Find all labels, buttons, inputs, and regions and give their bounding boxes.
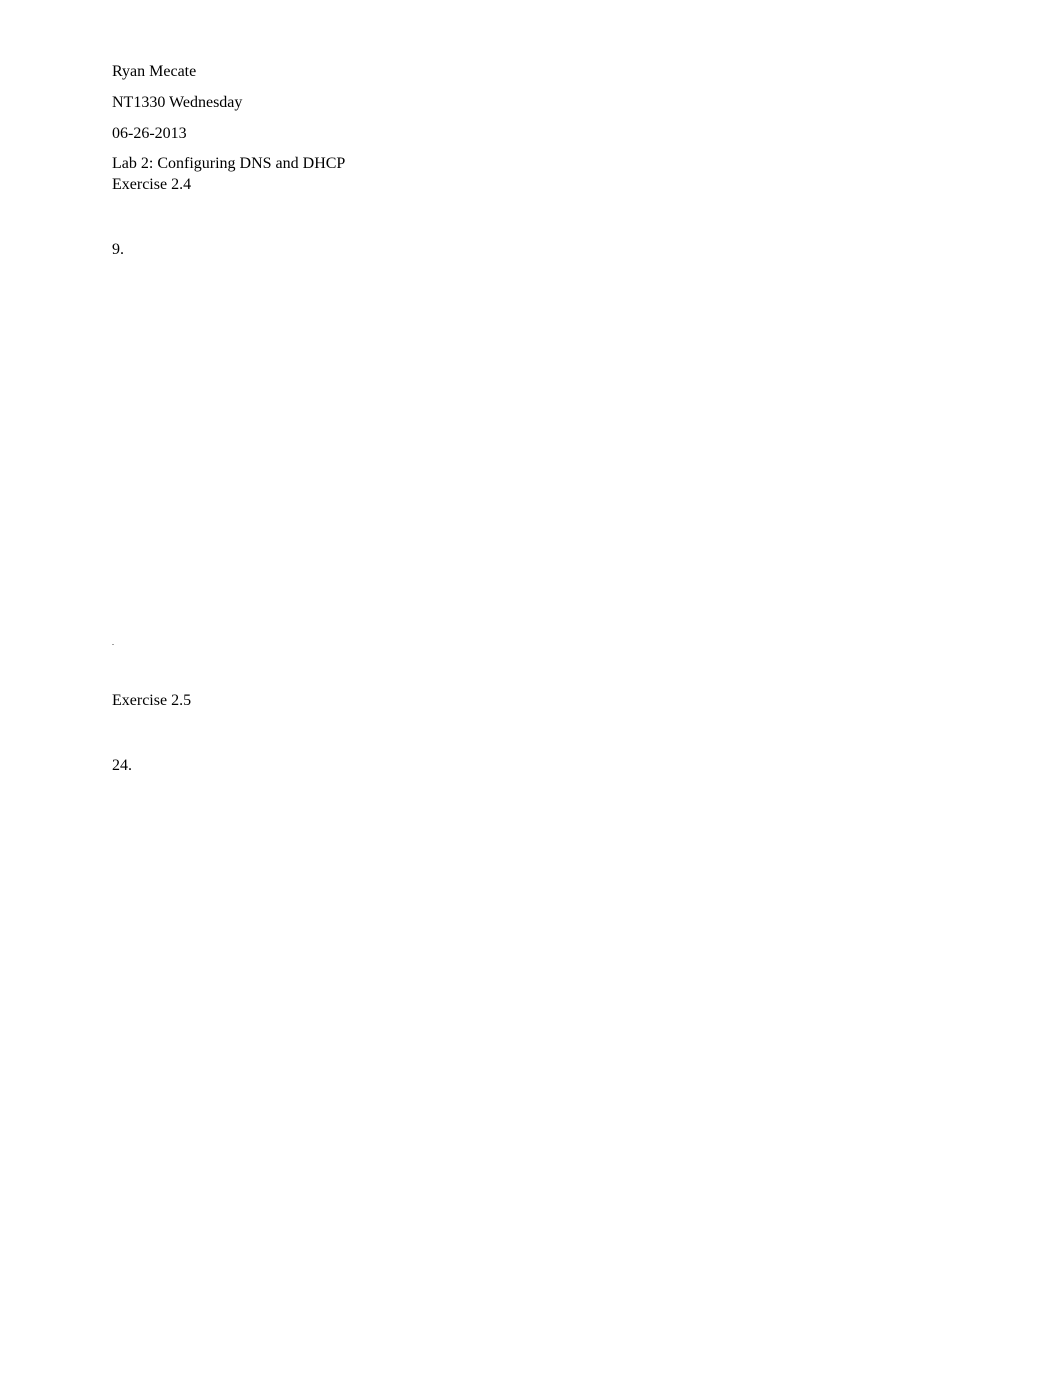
step-number-9: 9. — [112, 240, 1062, 261]
author-line: Ryan Mecate — [112, 62, 1062, 83]
course-line: NT1330 Wednesday — [112, 93, 1062, 114]
step-number-24: 24. — [112, 756, 1062, 777]
document-page: Ryan Mecate NT1330 Wednesday 06-26-2013 … — [0, 0, 1062, 776]
lab-title: Lab 2: Configuring DNS and DHCP — [112, 154, 1062, 175]
exercise-label-24: Exercise 2.4 — [112, 175, 1062, 196]
exercise-label-25: Exercise 2.5 — [112, 691, 1062, 712]
decorative-dot: . — [112, 639, 1062, 647]
date-line: 06-26-2013 — [112, 124, 1062, 145]
